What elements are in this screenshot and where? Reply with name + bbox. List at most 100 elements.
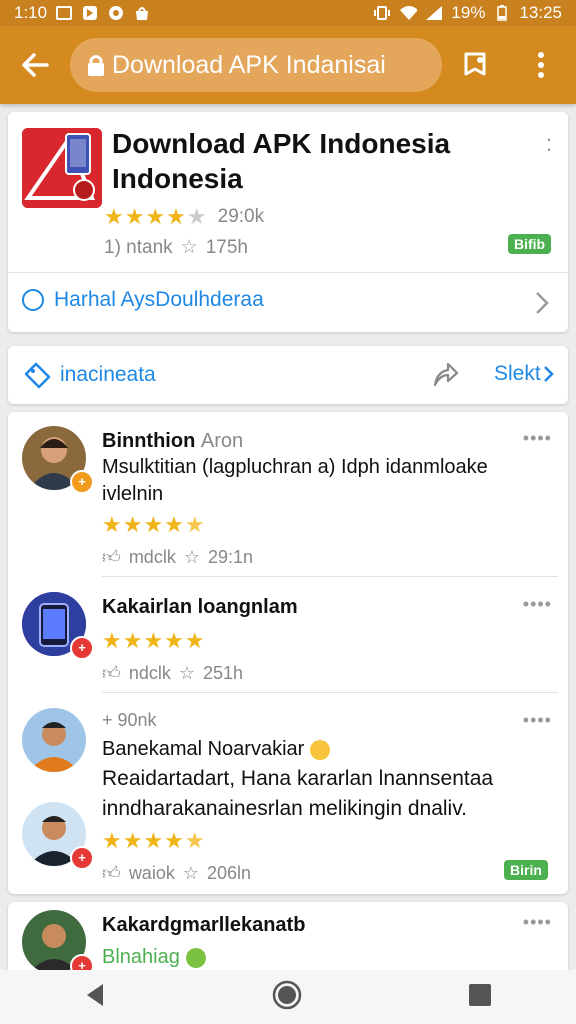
divider bbox=[102, 576, 558, 577]
bookmark-button[interactable] bbox=[442, 26, 508, 104]
back-button[interactable] bbox=[0, 26, 70, 104]
app-badge: Bifib bbox=[508, 234, 552, 254]
review-meta-left: waiok bbox=[128, 862, 175, 883]
review-meta-left: mdclk bbox=[128, 546, 176, 567]
reviewer-name: Kakairlan loangnlam bbox=[102, 596, 298, 618]
review-stars: ★★★★★ bbox=[102, 628, 206, 653]
review-item: + + 90nk •••• Banekamal Noarvakiar Reaid… bbox=[8, 694, 568, 894]
star-outline-icon: ☆ bbox=[182, 862, 199, 883]
chat-notification-icon bbox=[107, 5, 125, 21]
triangle-back-icon bbox=[86, 983, 103, 1006]
vibrate-icon bbox=[373, 5, 391, 21]
review-more-icon[interactable]: •••• bbox=[523, 912, 552, 933]
reviewer-name: Kakardgmarllekanatb bbox=[102, 914, 306, 936]
url-text: Download APK Indanisai bbox=[112, 50, 386, 79]
share-icon[interactable] bbox=[430, 360, 460, 395]
app-title: Download APK Indonesia Indonesia bbox=[112, 128, 451, 194]
divider bbox=[8, 272, 568, 273]
review-stars: ★★★★★ bbox=[102, 828, 206, 853]
review-meta-right: 251h bbox=[202, 662, 244, 683]
app-more-icon[interactable]: · · bbox=[544, 128, 554, 160]
review-more-icon[interactable]: •••• bbox=[523, 594, 552, 615]
battery-percent: 19% bbox=[451, 3, 486, 22]
app-link-row[interactable]: Harhal AysDoulhderaa bbox=[22, 288, 264, 312]
reviewer-name: Binnthion Aron bbox=[102, 430, 243, 453]
star-outline-icon: ☆ bbox=[183, 546, 200, 567]
avatar-badge-icon: + bbox=[70, 846, 94, 870]
app-link-label: Harhal AysDoulhderaa bbox=[54, 288, 264, 311]
divider bbox=[102, 692, 558, 693]
avatar[interactable] bbox=[22, 708, 86, 772]
review-meta-row: 👍︎ ndclk ☆ 251h bbox=[102, 662, 243, 684]
review-meta-right: 206ln bbox=[206, 862, 252, 883]
nav-home-button[interactable] bbox=[272, 980, 302, 1015]
tag-icon bbox=[24, 362, 51, 389]
chevron-right-icon bbox=[543, 366, 554, 382]
chevron-right-icon[interactable] bbox=[534, 290, 550, 323]
review-more-icon[interactable]: •••• bbox=[523, 710, 552, 731]
app-notification-icon bbox=[81, 5, 99, 21]
square-recents-icon bbox=[469, 983, 492, 1006]
select-label: Slekt bbox=[494, 362, 541, 385]
review-more-icon[interactable]: •••• bbox=[523, 428, 552, 449]
app-rating-row: ★★★★★ 29:0k bbox=[104, 204, 264, 230]
select-button[interactable]: Slekt bbox=[494, 362, 555, 386]
bookmark-icon bbox=[464, 52, 486, 76]
review-item: + Kakairlan loangnlam •••• ★★★★★ 👍︎ ndcl… bbox=[8, 578, 568, 693]
battery-icon bbox=[493, 5, 511, 21]
thumbs-up-icon[interactable]: 👍︎ bbox=[102, 862, 121, 884]
review-item: + Binnthion Aron •••• Msulktitian (lagpl… bbox=[8, 412, 568, 577]
system-nav-bar bbox=[0, 970, 576, 1024]
app-meta-left: 1) ntank bbox=[104, 236, 173, 258]
arrow-left-icon bbox=[22, 53, 49, 77]
image-notification-icon bbox=[55, 5, 73, 21]
wifi-icon bbox=[399, 5, 418, 21]
app-rating-stars: ★★★★★ bbox=[104, 204, 208, 229]
tag-label: inacineata bbox=[60, 363, 156, 386]
star-outline-icon: ☆ bbox=[178, 662, 195, 683]
review-stars: ★★★★★ bbox=[102, 512, 206, 537]
review-meta-row: 👍︎ waiok ☆ 206ln bbox=[102, 862, 251, 884]
more-vert-icon bbox=[538, 52, 544, 78]
nav-recents-button[interactable] bbox=[467, 982, 493, 1013]
review-sub-text: Blnahiag bbox=[102, 946, 180, 968]
app-info-card: Download APK Indonesia Indonesia · · ★★★★… bbox=[8, 112, 568, 332]
app-logo-icon bbox=[22, 128, 102, 208]
review-text: Msulktitian (lagpluchran a) Idph idanmlo… bbox=[102, 456, 488, 505]
review-header: + 90nk bbox=[102, 710, 157, 731]
circle-icon bbox=[22, 289, 44, 311]
review-meta-row: 👍︎ mdclk ☆ 29:1n bbox=[102, 546, 253, 568]
review-sub: Blnahiag bbox=[102, 946, 206, 969]
signal-icon bbox=[425, 5, 443, 21]
lock-icon bbox=[88, 55, 104, 76]
more-options-button[interactable] bbox=[508, 26, 574, 104]
app-rating-count: 29:0k bbox=[217, 206, 265, 227]
review-badge: Birin bbox=[504, 860, 548, 880]
thumbs-up-icon[interactable]: 👍︎ bbox=[102, 662, 121, 684]
tag-row-card: inacineata Slekt bbox=[8, 346, 568, 404]
avatar-badge-icon: + bbox=[70, 636, 94, 660]
avatar-badge-icon: + bbox=[70, 470, 94, 494]
review-header-text: + 90nk bbox=[102, 710, 157, 730]
status-bar: 1:10 19% 13:25 bbox=[0, 0, 576, 26]
circle-home-icon bbox=[272, 980, 302, 1009]
reviewer-name-text: Binnthion bbox=[102, 430, 196, 452]
status-clock: 13:25 bbox=[519, 3, 562, 22]
smile-emoji-icon bbox=[309, 739, 330, 760]
bag-notification-icon bbox=[133, 5, 151, 21]
app-meta-right: 175h bbox=[205, 236, 248, 258]
status-time: 1:10 bbox=[14, 3, 48, 22]
nav-back-button[interactable] bbox=[83, 982, 107, 1013]
thumbs-up-icon[interactable]: 👍︎ bbox=[102, 546, 121, 568]
reviews-card: + Binnthion Aron •••• Msulktitian (lagpl… bbox=[8, 412, 568, 894]
app-meta-row: 1) ntank ☆ 175h bbox=[104, 236, 248, 259]
tag-link[interactable]: inacineata bbox=[22, 360, 156, 390]
review-text: Reaidartadart, Hana kararlan lnannsentaa… bbox=[102, 767, 494, 820]
reviewer-name-sub: Aron bbox=[200, 430, 244, 452]
reviewer-name-text: Banekamal Noarvakiar bbox=[102, 738, 305, 760]
review-meta-right: 29:1n bbox=[207, 546, 254, 567]
review-meta-left: ndclk bbox=[128, 662, 171, 683]
url-bar[interactable]: Download APK Indanisai bbox=[70, 38, 442, 92]
star-outline-icon: ☆ bbox=[180, 237, 198, 258]
app-toolbar: Download APK Indanisai bbox=[0, 26, 576, 104]
